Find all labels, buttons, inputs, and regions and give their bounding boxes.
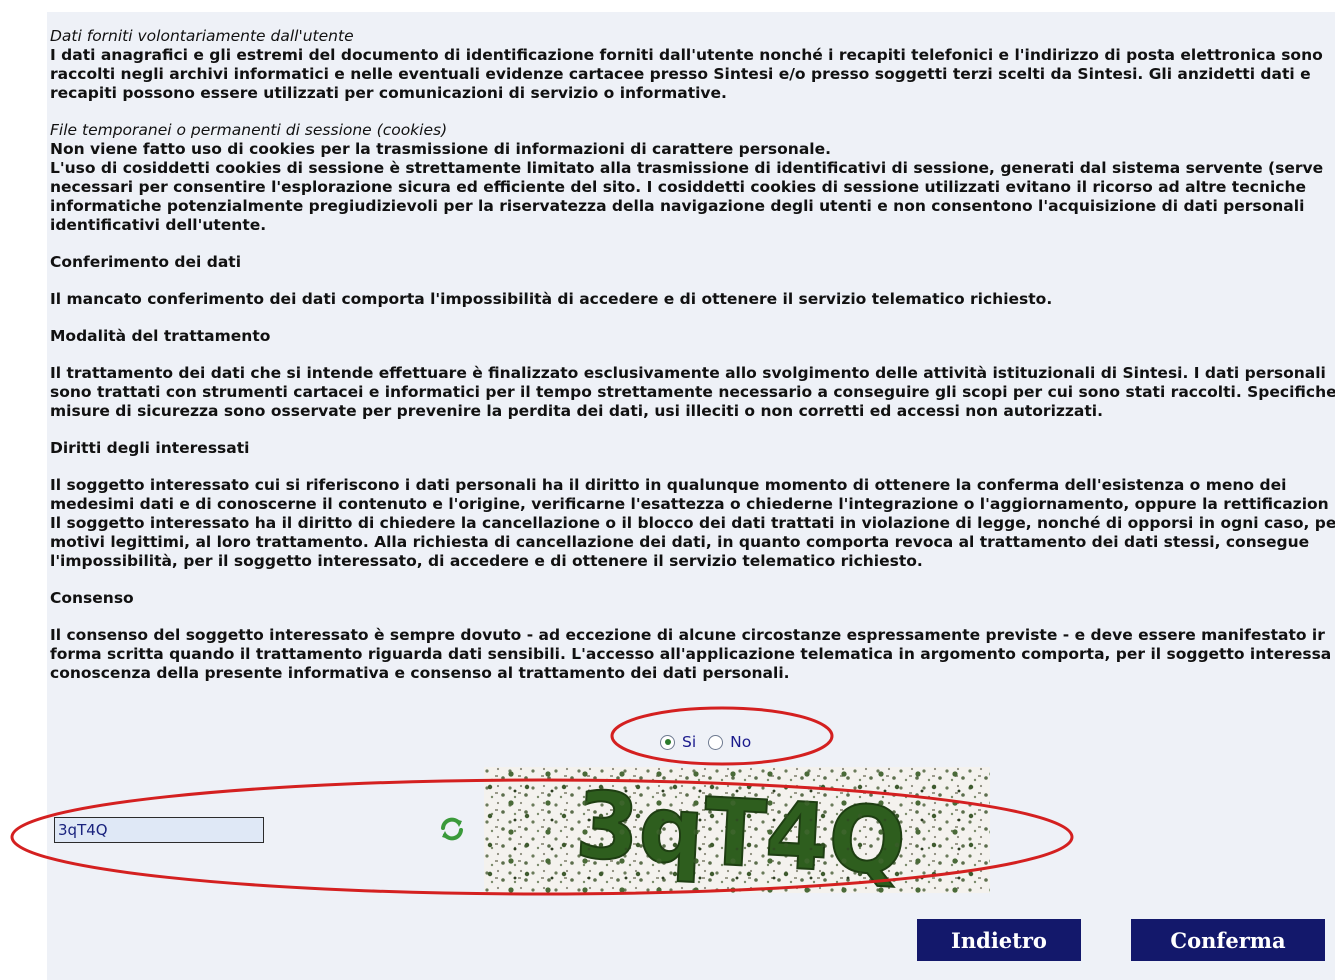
section-title-modalita: Modalità del trattamento [50, 327, 271, 345]
confirm-button[interactable]: Conferma [1131, 919, 1325, 961]
captcha-input[interactable] [54, 817, 264, 843]
consenso-text-line: conoscenza della presente informativa e … [50, 664, 790, 682]
cookies-text-line: Non viene fatto uso di cookies per la tr… [50, 140, 832, 158]
captcha-image: 3qT4Q [484, 767, 990, 893]
consenso-text-line: forma scritta quando il trattamento rigu… [50, 645, 1332, 663]
section-title-diritti: Diritti degli interessati [50, 439, 250, 457]
diritti-text-line: medesimi dati e di conoscerne il contenu… [50, 495, 1329, 513]
section-title-cookies: File temporanei o permanenti di sessione… [50, 121, 448, 139]
section-title-conferimento: Conferimento dei dati [50, 253, 242, 271]
diritti-text-line: motivi legittimi, al loro trattamento. A… [50, 533, 1310, 551]
voluntary-text-line: I dati anagrafici e gli estremi del docu… [50, 46, 1323, 64]
back-button[interactable]: Indietro [917, 919, 1081, 961]
diritti-text-line: Il soggetto interessato cui si riferisco… [50, 476, 1287, 494]
consent-yes-radio[interactable] [660, 734, 675, 750]
voluntary-text-line: recapiti possono essere utilizzati per c… [50, 84, 727, 102]
modalita-text-line: sono trattati con strumenti cartacei e i… [50, 383, 1335, 401]
consent-radio-group: Si No [660, 731, 763, 753]
cookies-text-line: identificativi dell'utente. [50, 216, 267, 234]
section-title-consenso: Consenso [50, 589, 134, 607]
diritti-text-line: Il soggetto interessato ha il diritto di… [50, 514, 1335, 532]
cookies-text-line: informatiche potenzialmente pregiudiziev… [50, 197, 1305, 215]
conferimento-text: Il mancato conferimento dei dati comport… [50, 290, 1053, 308]
cookies-text-line: L'uso di cosiddetti cookies di sessione … [50, 159, 1324, 177]
modalita-text-line: misure di sicurezza sono osservate per p… [50, 402, 1103, 420]
modalita-text-line: Il trattamento dei dati che si intende e… [50, 364, 1326, 382]
section-title-voluntary: Dati forniti volontariamente dall'utente [50, 27, 354, 45]
diritti-text-line: l'impossibilità, per il soggetto interes… [50, 552, 923, 570]
privacy-notice: Dati forniti volontariamente dall'utente… [50, 27, 1335, 683]
refresh-icon[interactable] [438, 815, 466, 843]
cookies-text-line: necessari per consentire l'esplorazione … [50, 178, 1306, 196]
consent-yes-label[interactable]: Si [682, 733, 696, 751]
voluntary-text-line: raccolti negli archivi informatici e nel… [50, 65, 1311, 83]
consenso-text-line: Il consenso del soggetto interessato è s… [50, 626, 1325, 644]
consent-no-radio[interactable] [708, 734, 724, 750]
consent-no-label[interactable]: No [730, 733, 751, 751]
